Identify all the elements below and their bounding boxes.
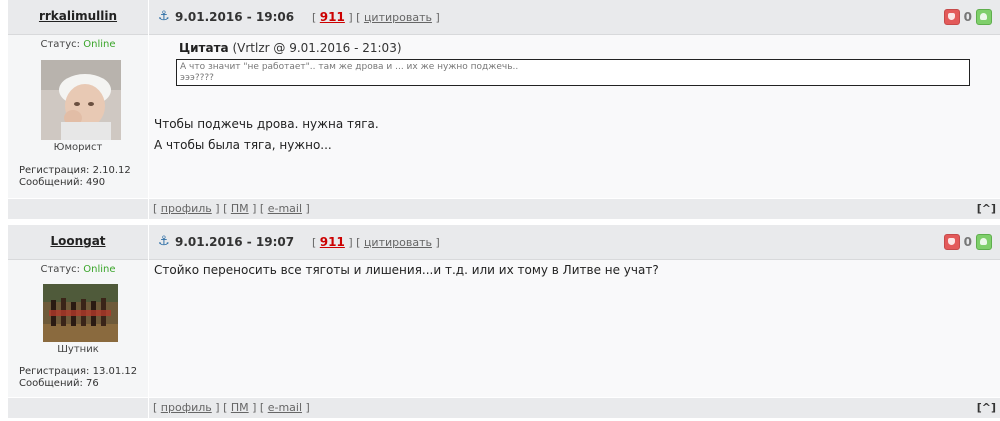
status-label: Статус: — [40, 264, 81, 275]
post-text-line: Чтобы поджечь дрова. нужна тяга. — [154, 117, 379, 131]
user-meta: Регистрация: 2.10.12 Сообщений: 490 — [19, 165, 131, 189]
thumb-up-icon[interactable] — [976, 9, 992, 25]
status-line: Статус: Online — [8, 264, 148, 275]
rating-count: 0 — [963, 235, 972, 249]
email-link[interactable]: e-mail — [268, 202, 302, 215]
message-count: Сообщений: 490 — [19, 177, 106, 188]
thumb-down-icon[interactable] — [943, 9, 960, 25]
post-links: [ 911 ] [ цитировать ] — [312, 235, 440, 249]
rating-count: 0 — [963, 10, 972, 24]
profile-link[interactable]: профиль — [161, 401, 212, 414]
post-body: Цитата (Vrtlzr @ 9.01.2016 - 21:03) А чт… — [149, 35, 1000, 198]
anchor-icon[interactable]: ⚓ — [158, 9, 170, 24]
forum-post: rrkalimullin ⚓ 9.01.2016 - 19:06 [ 911 ]… — [8, 0, 1000, 222]
quote-line: эээ???? — [180, 73, 214, 83]
user-rank: Юморист — [53, 142, 103, 153]
quote-line: А что значит "не работает".. там же дров… — [180, 62, 519, 72]
status-online: Online — [83, 39, 116, 50]
post-number-link[interactable]: 911 — [320, 10, 345, 24]
post-links: [ 911 ] [ цитировать ] — [312, 10, 440, 24]
post-number-link[interactable]: 911 — [320, 235, 345, 249]
avatar[interactable] — [41, 60, 121, 140]
author-link[interactable]: Loongat — [8, 234, 148, 248]
author-link[interactable]: rrkalimullin — [8, 9, 148, 23]
quote-header: Цитата (Vrtlzr @ 9.01.2016 - 21:03) — [179, 41, 402, 55]
post-body: Стойко переносить все тяготы и лишения..… — [149, 260, 1000, 397]
post-header: ⚓ 9.01.2016 - 19:06 [ 911 ] [ цитировать… — [149, 0, 1000, 35]
author-sidebar: Статус: Online Шутник Регистрация: 13.01… — [8, 260, 148, 397]
registration-date: Регистрация: 13.01.12 — [19, 366, 138, 377]
quote-link[interactable]: цитировать — [364, 236, 432, 249]
footer-links: [ профиль ] [ ПМ ] [ e-mail ] — [153, 401, 310, 414]
status-label: Статус: — [40, 39, 81, 50]
anchor-icon[interactable]: ⚓ — [158, 234, 170, 249]
post-rating: 0 — [943, 9, 992, 25]
post-header-author: rrkalimullin — [8, 0, 148, 35]
post-date: 9.01.2016 - 19:07 — [175, 235, 295, 249]
avatar[interactable] — [43, 284, 118, 342]
post-date: 9.01.2016 - 19:06 — [175, 10, 295, 24]
post-rating: 0 — [943, 234, 992, 250]
post-footer-left — [8, 398, 148, 418]
email-link[interactable]: e-mail — [268, 401, 302, 414]
scroll-top-link[interactable]: [^] — [977, 202, 996, 215]
user-meta: Регистрация: 13.01.12 Сообщений: 76 — [19, 366, 137, 390]
quote-link[interactable]: цитировать — [364, 11, 432, 24]
post-text-line: Стойко переносить все тяготы и лишения..… — [154, 263, 659, 277]
post-footer: [ профиль ] [ ПМ ] [ e-mail ] [^] — [149, 398, 1000, 418]
quote-source: (Vrtlzr @ 9.01.2016 - 21:03) — [232, 41, 402, 55]
profile-link[interactable]: профиль — [161, 202, 212, 215]
quote-box: А что значит "не работает".. там же дров… — [176, 59, 970, 86]
scroll-top-link[interactable]: [^] — [977, 401, 996, 414]
post-footer: [ профиль ] [ ПМ ] [ e-mail ] [^] — [149, 199, 1000, 219]
message-count: Сообщений: 76 — [19, 378, 99, 389]
quote-title: Цитата — [179, 41, 229, 55]
author-sidebar: Статус: Online Юморист Регистрация: 2.10… — [8, 35, 148, 198]
thumb-down-icon[interactable] — [943, 234, 960, 250]
footer-links: [ профиль ] [ ПМ ] [ e-mail ] — [153, 202, 310, 215]
pm-link[interactable]: ПМ — [231, 202, 249, 215]
post-header: ⚓ 9.01.2016 - 19:07 [ 911 ] [ цитировать… — [149, 225, 1000, 260]
pm-link[interactable]: ПМ — [231, 401, 249, 414]
status-online: Online — [83, 264, 116, 275]
user-rank: Шутник — [57, 344, 99, 355]
registration-date: Регистрация: 2.10.12 — [19, 165, 131, 176]
post-text: Стойко переносить все тяготы и лишения..… — [154, 260, 659, 281]
post-text: Чтобы поджечь дрова. нужна тяга. А чтобы… — [154, 114, 379, 156]
post-header-author: Loongat — [8, 225, 148, 260]
thumb-up-icon[interactable] — [976, 234, 992, 250]
status-line: Статус: Online — [8, 39, 148, 50]
post-text-line: А чтобы была тяга, нужно... — [154, 138, 332, 152]
forum-post: Loongat ⚓ 9.01.2016 - 19:07 [ 911 ] [ ци… — [8, 225, 1000, 421]
post-footer-left — [8, 199, 148, 219]
